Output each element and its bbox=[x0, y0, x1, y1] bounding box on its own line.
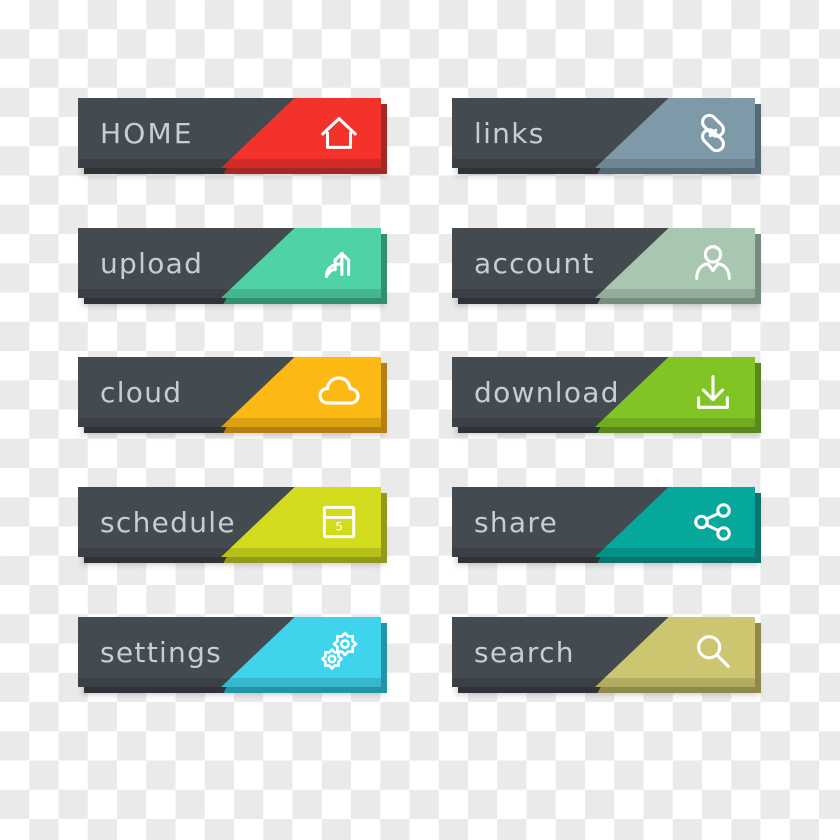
button-set-canvas: HOME links upload account cloud download sched… bbox=[0, 0, 840, 840]
button-settings[interactable]: settings bbox=[78, 617, 387, 695]
button-label: share bbox=[474, 505, 559, 539]
button-share[interactable]: share bbox=[452, 487, 761, 565]
download-arrow-icon bbox=[687, 357, 739, 427]
button-account[interactable]: account bbox=[452, 228, 761, 306]
button-label: account bbox=[474, 246, 595, 280]
button-label: upload bbox=[100, 246, 204, 280]
gears-icon bbox=[313, 617, 365, 687]
button-label: links bbox=[474, 116, 545, 150]
button-label: cloud bbox=[100, 375, 183, 409]
button-home[interactable]: HOME bbox=[78, 98, 387, 176]
svg-text:5: 5 bbox=[335, 519, 343, 533]
button-label: schedule bbox=[100, 505, 236, 539]
calendar-icon: 5 bbox=[313, 487, 365, 557]
share-nodes-icon bbox=[687, 487, 739, 557]
home-icon bbox=[313, 98, 365, 168]
link-icon bbox=[687, 98, 739, 168]
user-icon bbox=[687, 228, 739, 298]
button-cloud[interactable]: cloud bbox=[78, 357, 387, 435]
button-download[interactable]: download bbox=[452, 357, 761, 435]
button-label: HOME bbox=[100, 116, 194, 150]
button-search[interactable]: search bbox=[452, 617, 761, 695]
button-label: search bbox=[474, 635, 575, 669]
button-label: settings bbox=[100, 635, 223, 669]
button-upload[interactable]: upload bbox=[78, 228, 387, 306]
button-schedule[interactable]: schedule 5 bbox=[78, 487, 387, 565]
magnifier-icon bbox=[687, 617, 739, 687]
cloud-icon bbox=[313, 357, 365, 427]
button-label: download bbox=[474, 375, 620, 409]
button-links[interactable]: links bbox=[452, 98, 761, 176]
upload-arrow-icon bbox=[313, 228, 365, 298]
